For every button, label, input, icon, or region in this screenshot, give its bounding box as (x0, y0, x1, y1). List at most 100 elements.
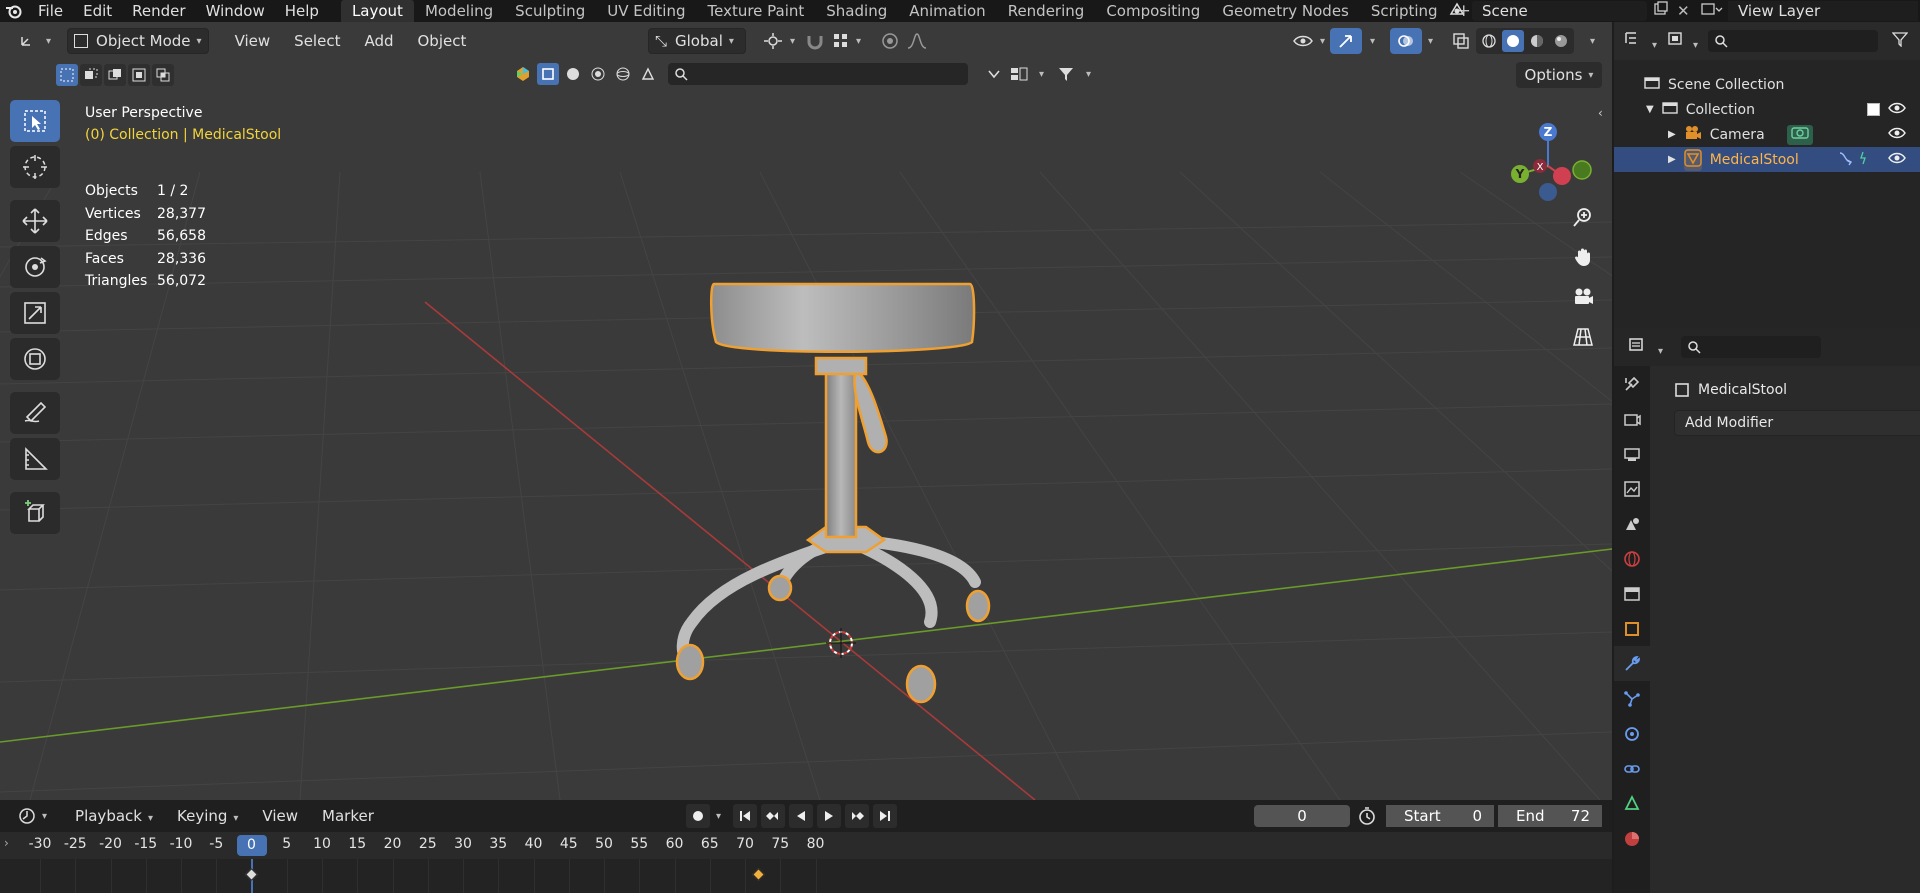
viewport-search-field[interactable] (668, 63, 968, 85)
gizmo-dropdown-icon[interactable]: ▾ (1370, 36, 1375, 47)
tab-rendering[interactable]: Rendering (997, 0, 1096, 22)
tab-render[interactable] (1614, 401, 1650, 436)
outliner-filter-icon[interactable] (1891, 31, 1909, 51)
camera-data-icon[interactable] (1786, 124, 1813, 145)
expand-arrow-icon[interactable]: ▶ (1668, 154, 1676, 165)
current-frame-indicator[interactable]: 0 (236, 835, 267, 856)
tab-tool[interactable] (1614, 366, 1650, 401)
tab-texture-paint[interactable]: Texture Paint (696, 0, 815, 22)
gizmo-toggle[interactable] (1330, 28, 1362, 54)
menu-select[interactable]: Select (282, 28, 352, 54)
options-button[interactable]: Options ▾ (1516, 62, 1602, 88)
light-filter-icon[interactable] (587, 63, 609, 85)
menu-add[interactable]: Add (352, 28, 405, 54)
outliner-editor-type-icon[interactable]: ▾ (1624, 30, 1657, 52)
record-button[interactable] (686, 804, 710, 828)
menu-edit[interactable]: Edit (73, 0, 122, 22)
pan-button[interactable] (1568, 242, 1598, 272)
tab-layout[interactable]: Layout (340, 0, 414, 22)
end-frame-field[interactable]: End 72 (1498, 805, 1602, 827)
medical-stool-model[interactable] (675, 282, 991, 704)
select-new-icon[interactable] (56, 64, 78, 86)
mesh-filter-icon[interactable] (537, 63, 559, 85)
funnel-filter-icon[interactable] (1055, 63, 1077, 85)
modifier-wrench-icon[interactable] (1837, 150, 1855, 170)
tab-compositing[interactable]: Compositing (1095, 0, 1211, 22)
overlays-dropdown-icon[interactable]: ▾ (1428, 36, 1433, 47)
solid-shading-icon[interactable] (1502, 30, 1524, 52)
perspective-toggle-button[interactable] (1568, 322, 1598, 352)
visibility-eye-icon[interactable] (1888, 126, 1906, 144)
preview-range-icon[interactable] (1356, 805, 1378, 827)
sidebar-toggle-icon[interactable]: ‹ (1598, 106, 1603, 120)
outliner-item-medicalstool[interactable]: ▶ MedicalStool (1614, 147, 1920, 172)
outliner-scene-collection[interactable]: Scene Collection (1614, 72, 1920, 97)
outliner-collection[interactable]: ▼ Collection (1614, 97, 1920, 122)
outliner-item-camera[interactable]: ▶ Camera (1614, 122, 1920, 147)
tab-data[interactable] (1614, 786, 1650, 821)
properties-search-field[interactable] (1681, 336, 1822, 358)
overlays-toggle[interactable] (1390, 28, 1422, 54)
current-frame-field[interactable]: 0 (1254, 805, 1350, 827)
tab-shading[interactable]: Shading (815, 0, 898, 22)
collapse-arrow-icon[interactable]: ▼ (1646, 104, 1654, 115)
tab-particles[interactable] (1614, 681, 1650, 716)
tab-material[interactable] (1614, 821, 1650, 856)
display-mode-icon[interactable] (1008, 63, 1030, 85)
scene-name-field[interactable]: Scene (1472, 1, 1647, 21)
tab-view-layer[interactable] (1614, 471, 1650, 506)
annotate-tool[interactable] (10, 392, 60, 434)
funnel-dropdown-icon[interactable]: ▾ (1086, 69, 1091, 80)
select-subtract-icon[interactable] (104, 64, 126, 86)
exclude-checkbox[interactable] (1867, 103, 1880, 116)
tab-scene[interactable] (1614, 506, 1650, 541)
color-filter-icon[interactable] (512, 63, 534, 85)
move-tool[interactable] (10, 200, 60, 242)
delete-scene-icon[interactable]: ✕ (1677, 2, 1690, 20)
tab-physics[interactable] (1614, 716, 1650, 751)
pivot-point-button[interactable]: ▾ (756, 28, 801, 54)
keyframe-marker[interactable] (752, 868, 765, 881)
tab-modifiers[interactable] (1614, 646, 1650, 681)
prev-keyframe-button[interactable] (761, 804, 786, 828)
visibility-eye-icon[interactable] (1888, 151, 1906, 169)
start-frame-field[interactable]: Start 0 (1386, 805, 1494, 827)
rendered-shading-icon[interactable] (1550, 30, 1572, 52)
material-shading-icon[interactable] (1526, 30, 1548, 52)
select-intersect-icon[interactable] (152, 64, 174, 86)
shading-dropdown-icon[interactable]: ▾ (1590, 36, 1595, 47)
tab-object[interactable] (1614, 611, 1650, 646)
play-button[interactable] (817, 804, 842, 828)
scene-icon[interactable] (1448, 1, 1468, 21)
frame-ruler[interactable]: › -30 -25 -20 -15 -10 -5 0 5 10 15 20 25 30 35 40 45 50 5… (0, 832, 1612, 859)
zoom-button[interactable] (1568, 202, 1598, 232)
expand-arrow-icon[interactable]: ▶ (1668, 129, 1676, 140)
menu-object[interactable]: Object (406, 28, 479, 54)
transform-tool[interactable] (10, 338, 60, 380)
timeline-editor-type-button[interactable]: ▾ (12, 803, 53, 829)
new-scene-icon[interactable] (1653, 1, 1669, 21)
jump-end-button[interactable] (873, 804, 898, 828)
tab-modeling[interactable]: Modeling (414, 0, 504, 22)
play-reverse-button[interactable] (789, 804, 814, 828)
editor-type-button[interactable]: ▾ (12, 28, 57, 54)
keyframe-track-area[interactable] (0, 859, 1612, 893)
xray-toggle[interactable] (1446, 28, 1476, 54)
mode-selector[interactable]: Object Mode ▾ (67, 28, 209, 54)
visibility-eye-icon[interactable] (1888, 101, 1906, 119)
view-layer-name-field[interactable]: View Layer (1728, 1, 1918, 21)
menu-file[interactable]: File (28, 0, 73, 22)
tab-output[interactable] (1614, 436, 1650, 471)
tab-animation[interactable]: Animation (898, 0, 996, 22)
menu-window[interactable]: Window (196, 0, 275, 22)
orientation-selector[interactable]: ⤡ Global ▾ (648, 28, 746, 54)
add-cube-tool[interactable] (10, 492, 60, 534)
menu-playback[interactable]: Playback ▾ (63, 807, 165, 825)
blender-logo-icon[interactable] (0, 0, 28, 22)
menu-render[interactable]: Render (122, 0, 195, 22)
cursor-tool[interactable] (10, 146, 60, 188)
select-extend-icon[interactable] (80, 64, 102, 86)
menu-help[interactable]: Help (275, 0, 329, 22)
tab-scripting[interactable]: Scripting (1360, 0, 1449, 22)
solid-filter-icon[interactable] (562, 63, 584, 85)
